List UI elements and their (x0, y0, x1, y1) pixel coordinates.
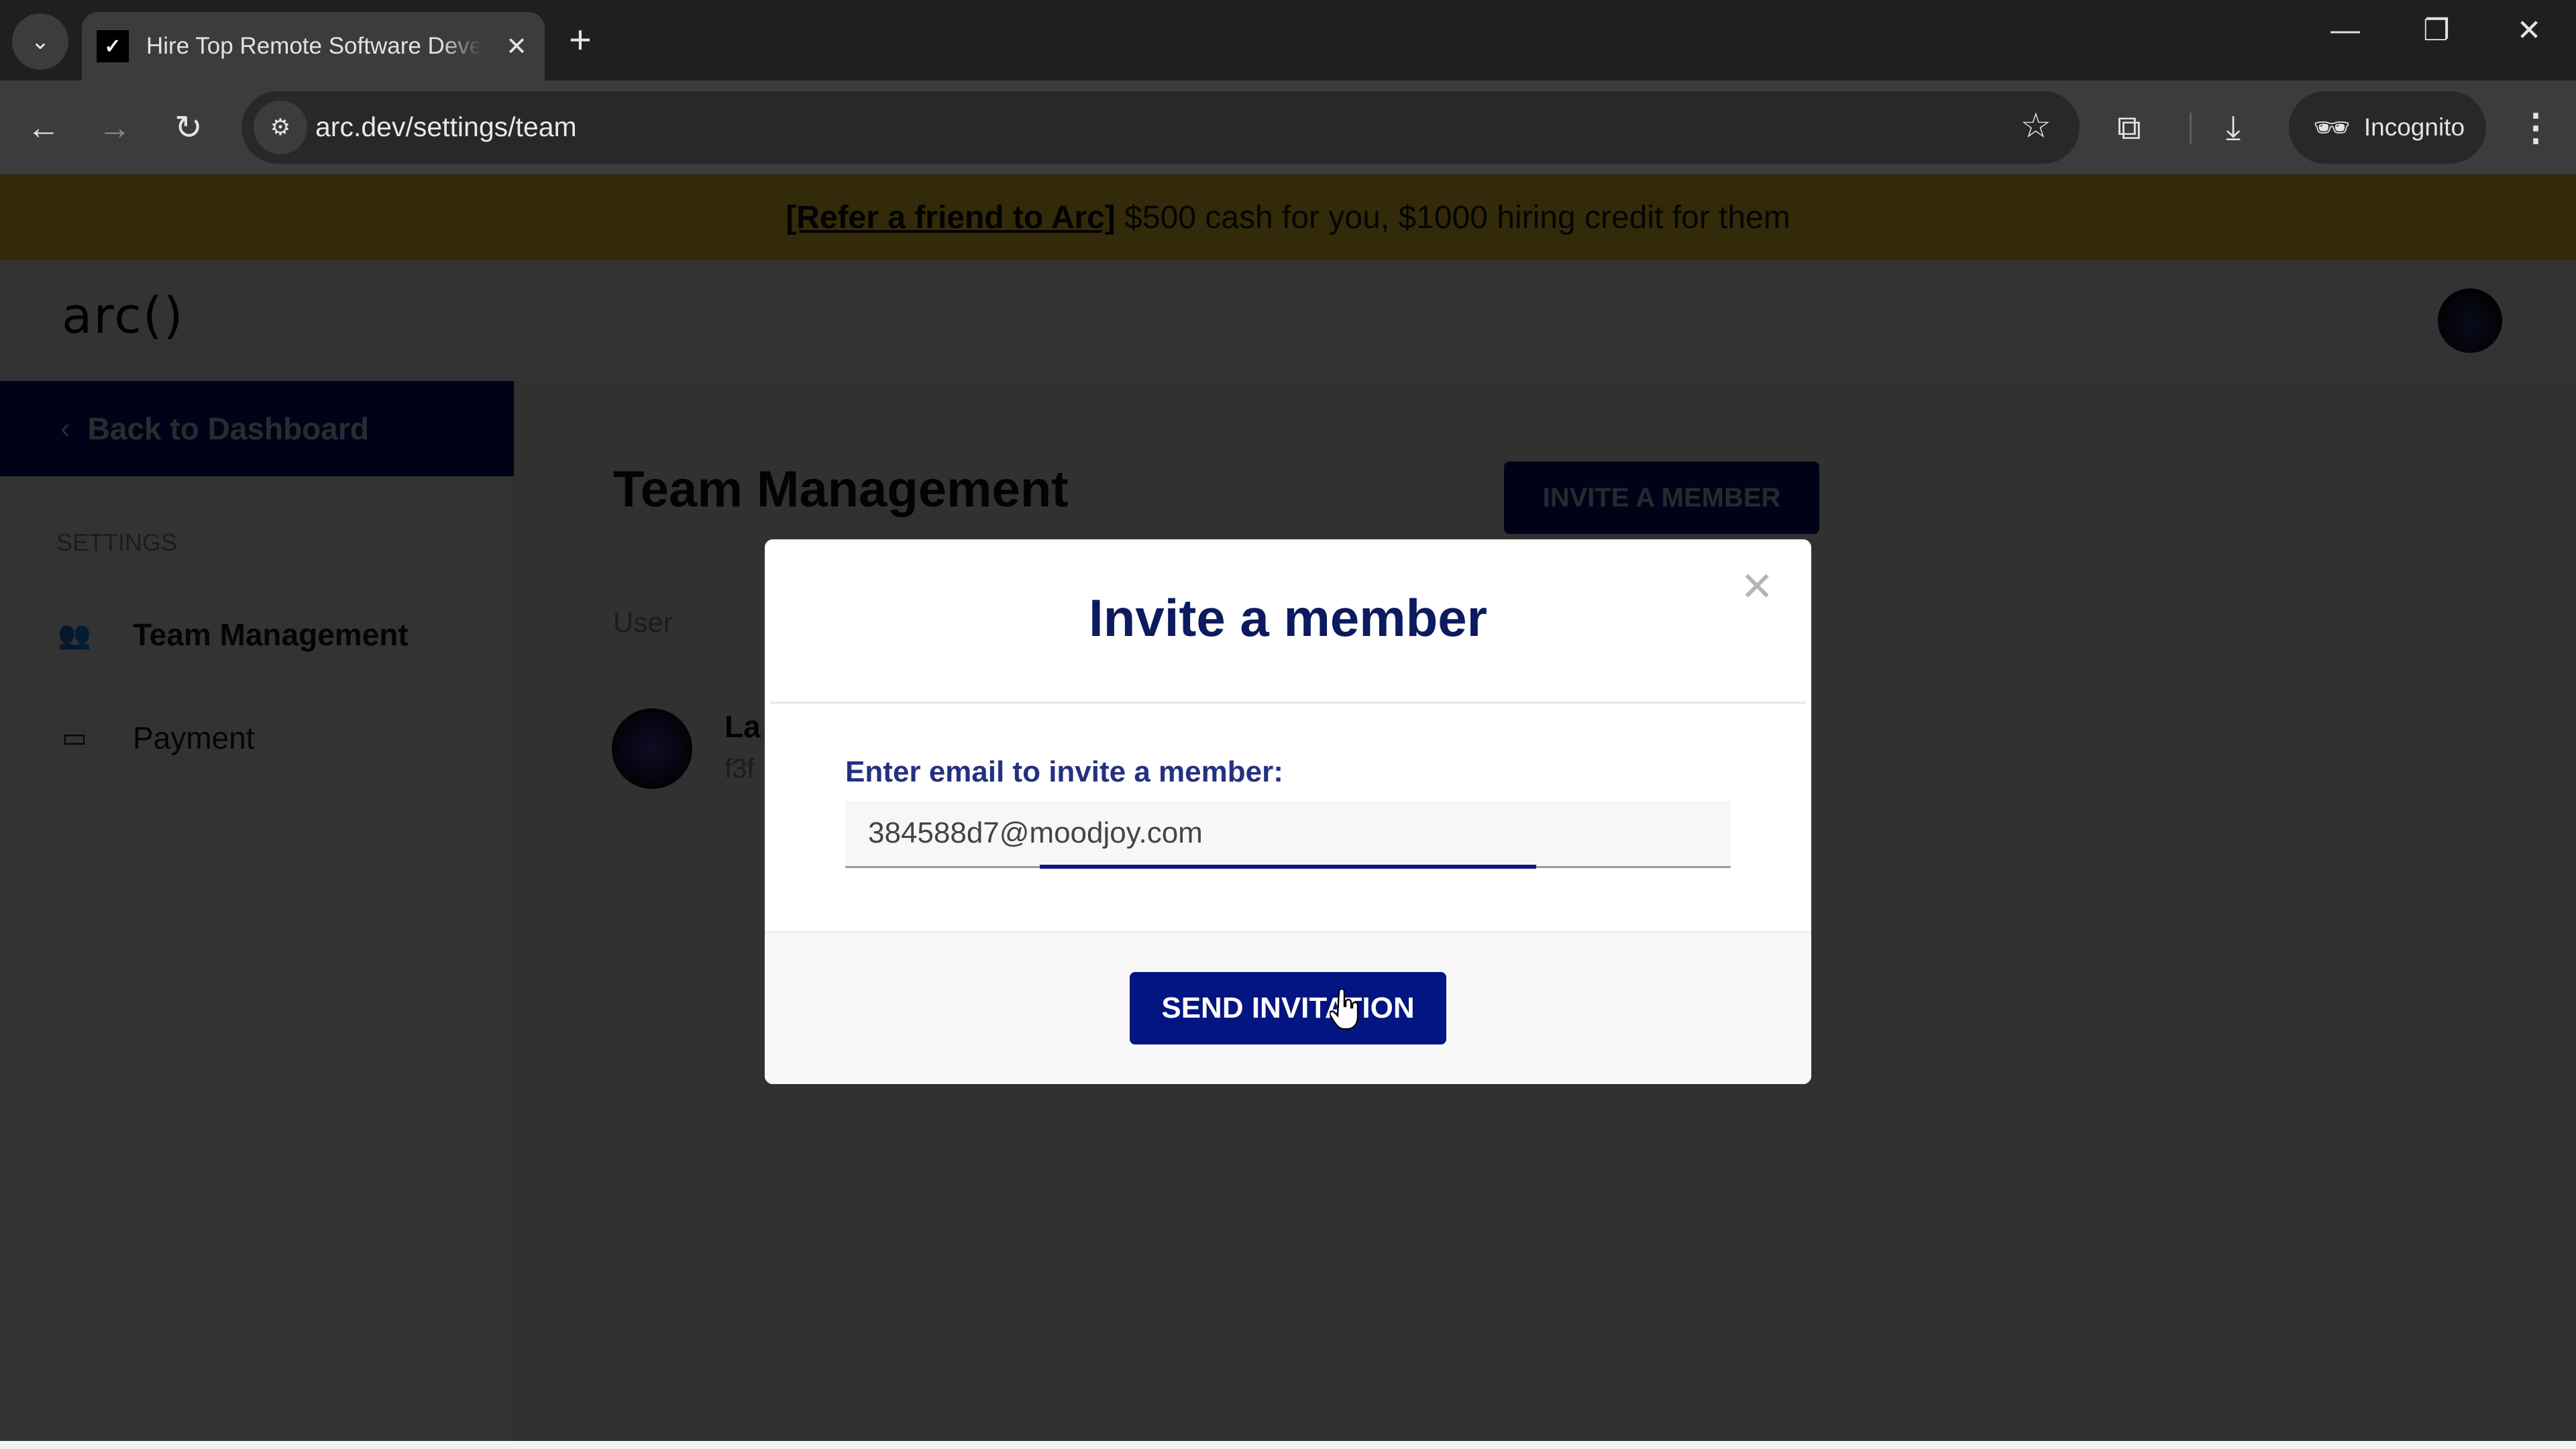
new-tab-button[interactable]: + (569, 17, 592, 63)
tab-search-button[interactable]: ⌄ (12, 13, 68, 70)
reload-icon[interactable]: ↻ (165, 107, 212, 148)
chevron-down-icon: ⌄ (30, 29, 50, 54)
email-field[interactable] (845, 801, 1731, 869)
restore-button[interactable]: ❐ (2410, 13, 2463, 48)
download-icon[interactable]: ⤓ (2226, 107, 2241, 148)
tab-close-icon[interactable]: ✕ (506, 32, 527, 62)
browser-titlebar: ⌄ ✓ Hire Top Remote Software Developers … (0, 0, 2576, 80)
incognito-label: Incognito (2363, 113, 2465, 141)
incognito-icon: 🕶 (2313, 111, 2351, 145)
email-field-label: Enter email to invite a member: (845, 755, 1283, 788)
browser-tab-active[interactable]: ✓ Hire Top Remote Software Developers ✕ (82, 12, 545, 80)
site-settings-icon[interactable]: ⚙ (254, 101, 307, 154)
tab-title: Hire Top Remote Software Developers (146, 33, 482, 59)
focus-underline (1040, 865, 1536, 869)
address-bar[interactable]: ⚙ arc.dev/settings/team ☆ (241, 91, 2080, 164)
favicon-icon: ✓ (97, 30, 129, 62)
modal-divider (770, 702, 1806, 704)
back-arrow-icon[interactable]: ← (20, 107, 67, 148)
extensions-icon[interactable]: ⧉ (2117, 107, 2141, 148)
toolbar-divider (2190, 113, 2192, 144)
browser-toolbar: ← → ↻ ⚙ arc.dev/settings/team ☆ ⧉ ⤓ 🕶 In… (0, 80, 2576, 174)
close-icon[interactable]: ✕ (1740, 564, 1774, 610)
incognito-badge[interactable]: 🕶 Incognito (2289, 91, 2486, 164)
url-text[interactable]: arc.dev/settings/team (315, 111, 577, 143)
send-invitation-button[interactable]: SEND INVITATION (1130, 972, 1446, 1044)
window-close-button[interactable]: ✕ (2502, 13, 2556, 48)
forward-arrow-icon[interactable]: → (91, 107, 138, 148)
email-input[interactable] (868, 813, 1713, 853)
page: [Refer a friend to Arc] $500 cash for yo… (0, 174, 2576, 1449)
bottom-edge (0, 1441, 2576, 1449)
hand-cursor-icon (1330, 989, 1359, 1030)
invite-member-modal: Invite a member ✕ Enter email to invite … (765, 539, 1811, 1084)
minimize-button[interactable]: — (2318, 13, 2372, 47)
modal-footer: SEND INVITATION (765, 931, 1811, 1084)
browser-menu-icon[interactable]: ⋮ (2517, 101, 2555, 154)
bookmark-star-icon[interactable]: ☆ (2020, 106, 2051, 146)
modal-title: Invite a member (1089, 588, 1487, 647)
